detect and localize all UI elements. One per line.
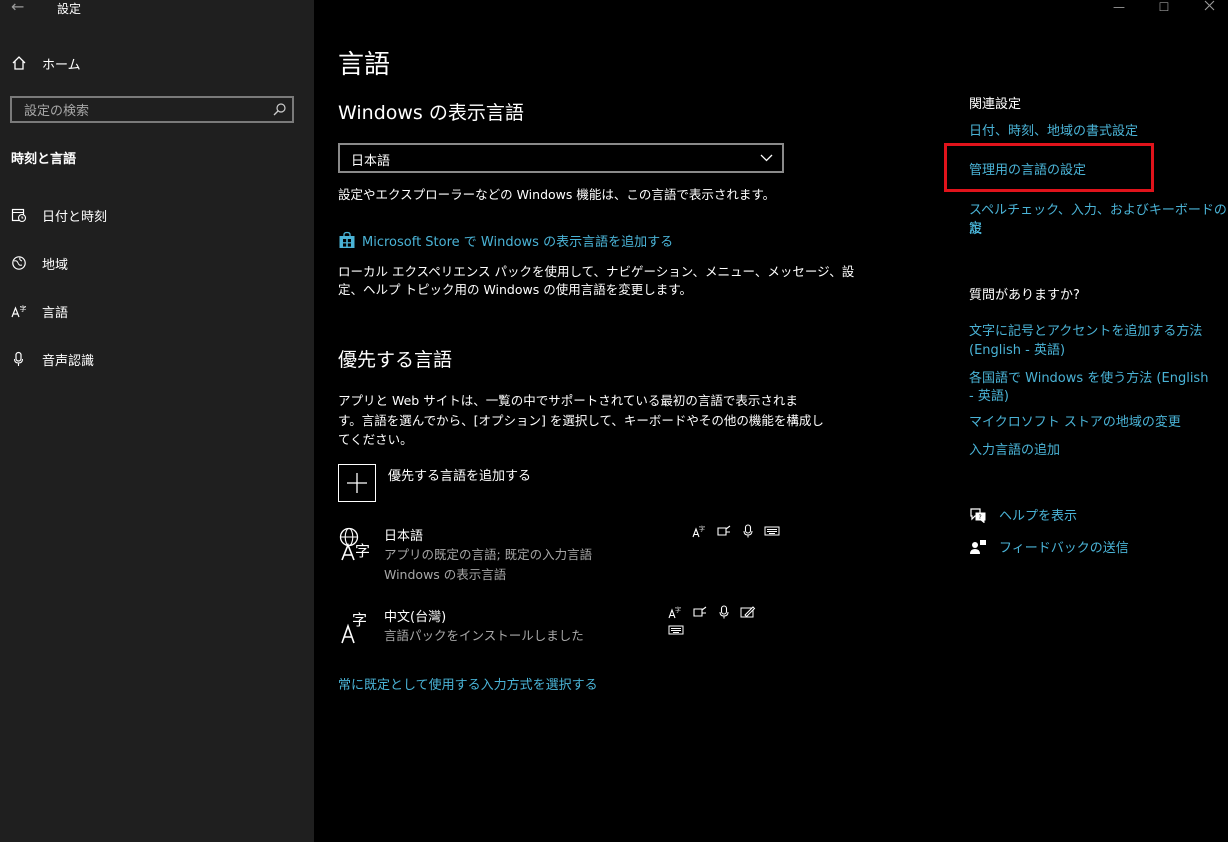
sidebar-item-region[interactable]: 地域 bbox=[0, 243, 314, 283]
store-link-label[interactable]: Microsoft Store で Windows の表示言語を追加する bbox=[362, 235, 673, 250]
sidebar-section-title: 時刻と言語 bbox=[11, 152, 77, 167]
input-method-link[interactable]: 常に既定として使用する入力方式を選択する bbox=[338, 674, 598, 693]
help-chat-icon: ? bbox=[969, 507, 987, 527]
sidebar-item-home-label: ホーム bbox=[42, 58, 81, 73]
chevron-down-icon bbox=[760, 152, 773, 167]
language-glyph-icon: 字 bbox=[338, 526, 374, 566]
keyboard-icon bbox=[668, 625, 684, 635]
preferred-description-line-1: アプリと Web サイトは、一覧の中でサポートされている最初の言語で表示されま bbox=[338, 393, 798, 408]
help-label[interactable]: ヘルプを表示 bbox=[999, 509, 1077, 524]
sidebar-item-label: 音声認識 bbox=[42, 354, 95, 369]
language-icon: 字 bbox=[11, 303, 27, 319]
svg-text:字: 字 bbox=[355, 542, 370, 560]
display-language-dropdown[interactable]: 日本語 bbox=[338, 143, 784, 173]
sidebar-item-language[interactable]: 字 言語 bbox=[0, 291, 314, 331]
voice-icon bbox=[743, 524, 753, 538]
store-icon bbox=[338, 231, 356, 253]
maximize-button[interactable]: ☐ bbox=[1141, 0, 1187, 16]
preferred-description-line-2: す。言語を選んでから、[オプション] を選択して、キーボードやその他の機能を構成… bbox=[338, 413, 824, 428]
help-link[interactable]: ? ヘルプを表示 bbox=[969, 505, 1077, 527]
preferred-description-line-3: てください。 bbox=[338, 432, 413, 447]
language-detail-line-1: アプリの既定の言語; 既定の入力言語 bbox=[384, 547, 593, 562]
question-link[interactable]: 各国語で Windows を使う方法 (English bbox=[969, 367, 1208, 386]
window-title: 設定 bbox=[57, 2, 82, 16]
language-glyph-icon: 字 bbox=[338, 609, 374, 649]
question-link[interactable]: 入力言語の追加 bbox=[969, 439, 1060, 458]
globe-icon bbox=[11, 255, 27, 271]
questions-heading: 質問がありますか? bbox=[969, 288, 1080, 303]
sidebar-item-label: 日付と時刻 bbox=[42, 210, 108, 225]
question-link[interactable]: マイクロソフト ストアの地域の変更 bbox=[969, 411, 1181, 430]
display-language-icon: 字 bbox=[692, 525, 705, 538]
preferred-languages-heading: 優先する言語 bbox=[338, 349, 453, 371]
language-item-japanese[interactable]: 字 日本語 アプリの既定の言語; 既定の入力言語 Windows の表示言語 字 bbox=[338, 524, 788, 584]
display-language-icon: 字 bbox=[668, 606, 681, 619]
search-box[interactable] bbox=[10, 96, 294, 123]
related-link-spellcheck[interactable]: スペルチェック、入力、およびキーボードの設 bbox=[969, 199, 1228, 237]
page-title: 言語 bbox=[338, 50, 391, 80]
sidebar-item-date-time[interactable]: 日付と時刻 bbox=[0, 195, 314, 235]
dropdown-selected-value: 日本語 bbox=[351, 154, 391, 169]
highlight-box bbox=[944, 143, 1154, 192]
feedback-icon bbox=[969, 539, 987, 559]
question-link[interactable]: (English - 英語) bbox=[969, 339, 1065, 358]
language-item-chinese[interactable]: 字 中文(台灣) 言語パックをインストールしました 字 bbox=[338, 605, 788, 649]
sidebar-item-home[interactable]: ホーム bbox=[0, 43, 314, 83]
plus-icon bbox=[338, 464, 376, 502]
feedback-label[interactable]: フィードバックの送信 bbox=[999, 541, 1129, 556]
question-link[interactable]: 文字に記号とアクセントを追加する方法 bbox=[969, 320, 1202, 339]
keyboard-icon bbox=[764, 526, 780, 536]
question-link[interactable]: - 英語) bbox=[969, 385, 1009, 404]
related-link-date-format[interactable]: 日付、時刻、地域の書式設定 bbox=[969, 120, 1138, 139]
search-icon[interactable] bbox=[273, 103, 286, 120]
svg-text:字: 字 bbox=[699, 525, 705, 533]
add-language-button[interactable]: 優先する言語を追加する bbox=[338, 464, 758, 504]
display-language-heading: Windows の表示言語 bbox=[338, 102, 524, 124]
minimize-button[interactable]: — bbox=[1096, 0, 1142, 16]
display-language-description: 設定やエクスプローラーなどの Windows 機能は、この言語で表示されます。 bbox=[338, 187, 776, 202]
sidebar-item-speech[interactable]: 音声認識 bbox=[0, 339, 314, 379]
svg-text:字: 字 bbox=[20, 304, 27, 313]
voice-icon bbox=[719, 605, 729, 619]
microphone-icon bbox=[11, 351, 27, 367]
language-detail-line-1: 言語パックをインストールしました bbox=[384, 628, 584, 643]
sidebar-item-label: 言語 bbox=[42, 306, 69, 321]
add-language-label: 優先する言語を追加する bbox=[388, 469, 532, 484]
language-detail-line-2: Windows の表示言語 bbox=[384, 567, 507, 582]
related-link-spellcheck-cont[interactable]: 定 bbox=[969, 217, 982, 236]
handwriting-icon bbox=[740, 606, 756, 618]
svg-text:?: ? bbox=[979, 514, 982, 521]
svg-text:字: 字 bbox=[352, 611, 367, 629]
store-description-line-2: 定、ヘルプ トピック用の Windows の使用言語を変更します。 bbox=[338, 282, 692, 297]
store-description-line-1: ローカル エクスペリエンス パックを使用して、ナビゲーション、メニュー、メッセー… bbox=[338, 264, 855, 279]
home-icon bbox=[11, 55, 27, 71]
related-settings-heading: 関連設定 bbox=[969, 97, 1022, 112]
sidebar: ← 設定 ホーム 時刻と言語 日付と時刻 地域 字 言語 音 bbox=[0, 0, 314, 842]
language-name: 中文(台灣) bbox=[384, 610, 447, 625]
language-feature-icons: 字 bbox=[692, 524, 786, 542]
speech-icon bbox=[693, 606, 707, 617]
close-button[interactable] bbox=[1186, 0, 1228, 16]
feedback-link[interactable]: フィードバックの送信 bbox=[969, 537, 1129, 559]
search-input[interactable] bbox=[22, 101, 266, 121]
store-link[interactable]: Microsoft Store で Windows の表示言語を追加する bbox=[338, 231, 673, 253]
close-icon bbox=[1204, 0, 1214, 11]
back-arrow-icon[interactable]: ← bbox=[11, 0, 24, 16]
language-name: 日本語 bbox=[384, 529, 424, 544]
language-feature-icons: 字 bbox=[668, 605, 788, 641]
date-time-icon bbox=[11, 207, 27, 223]
sidebar-item-label: 地域 bbox=[42, 258, 69, 273]
svg-text:字: 字 bbox=[675, 606, 681, 614]
speech-icon bbox=[717, 525, 731, 536]
